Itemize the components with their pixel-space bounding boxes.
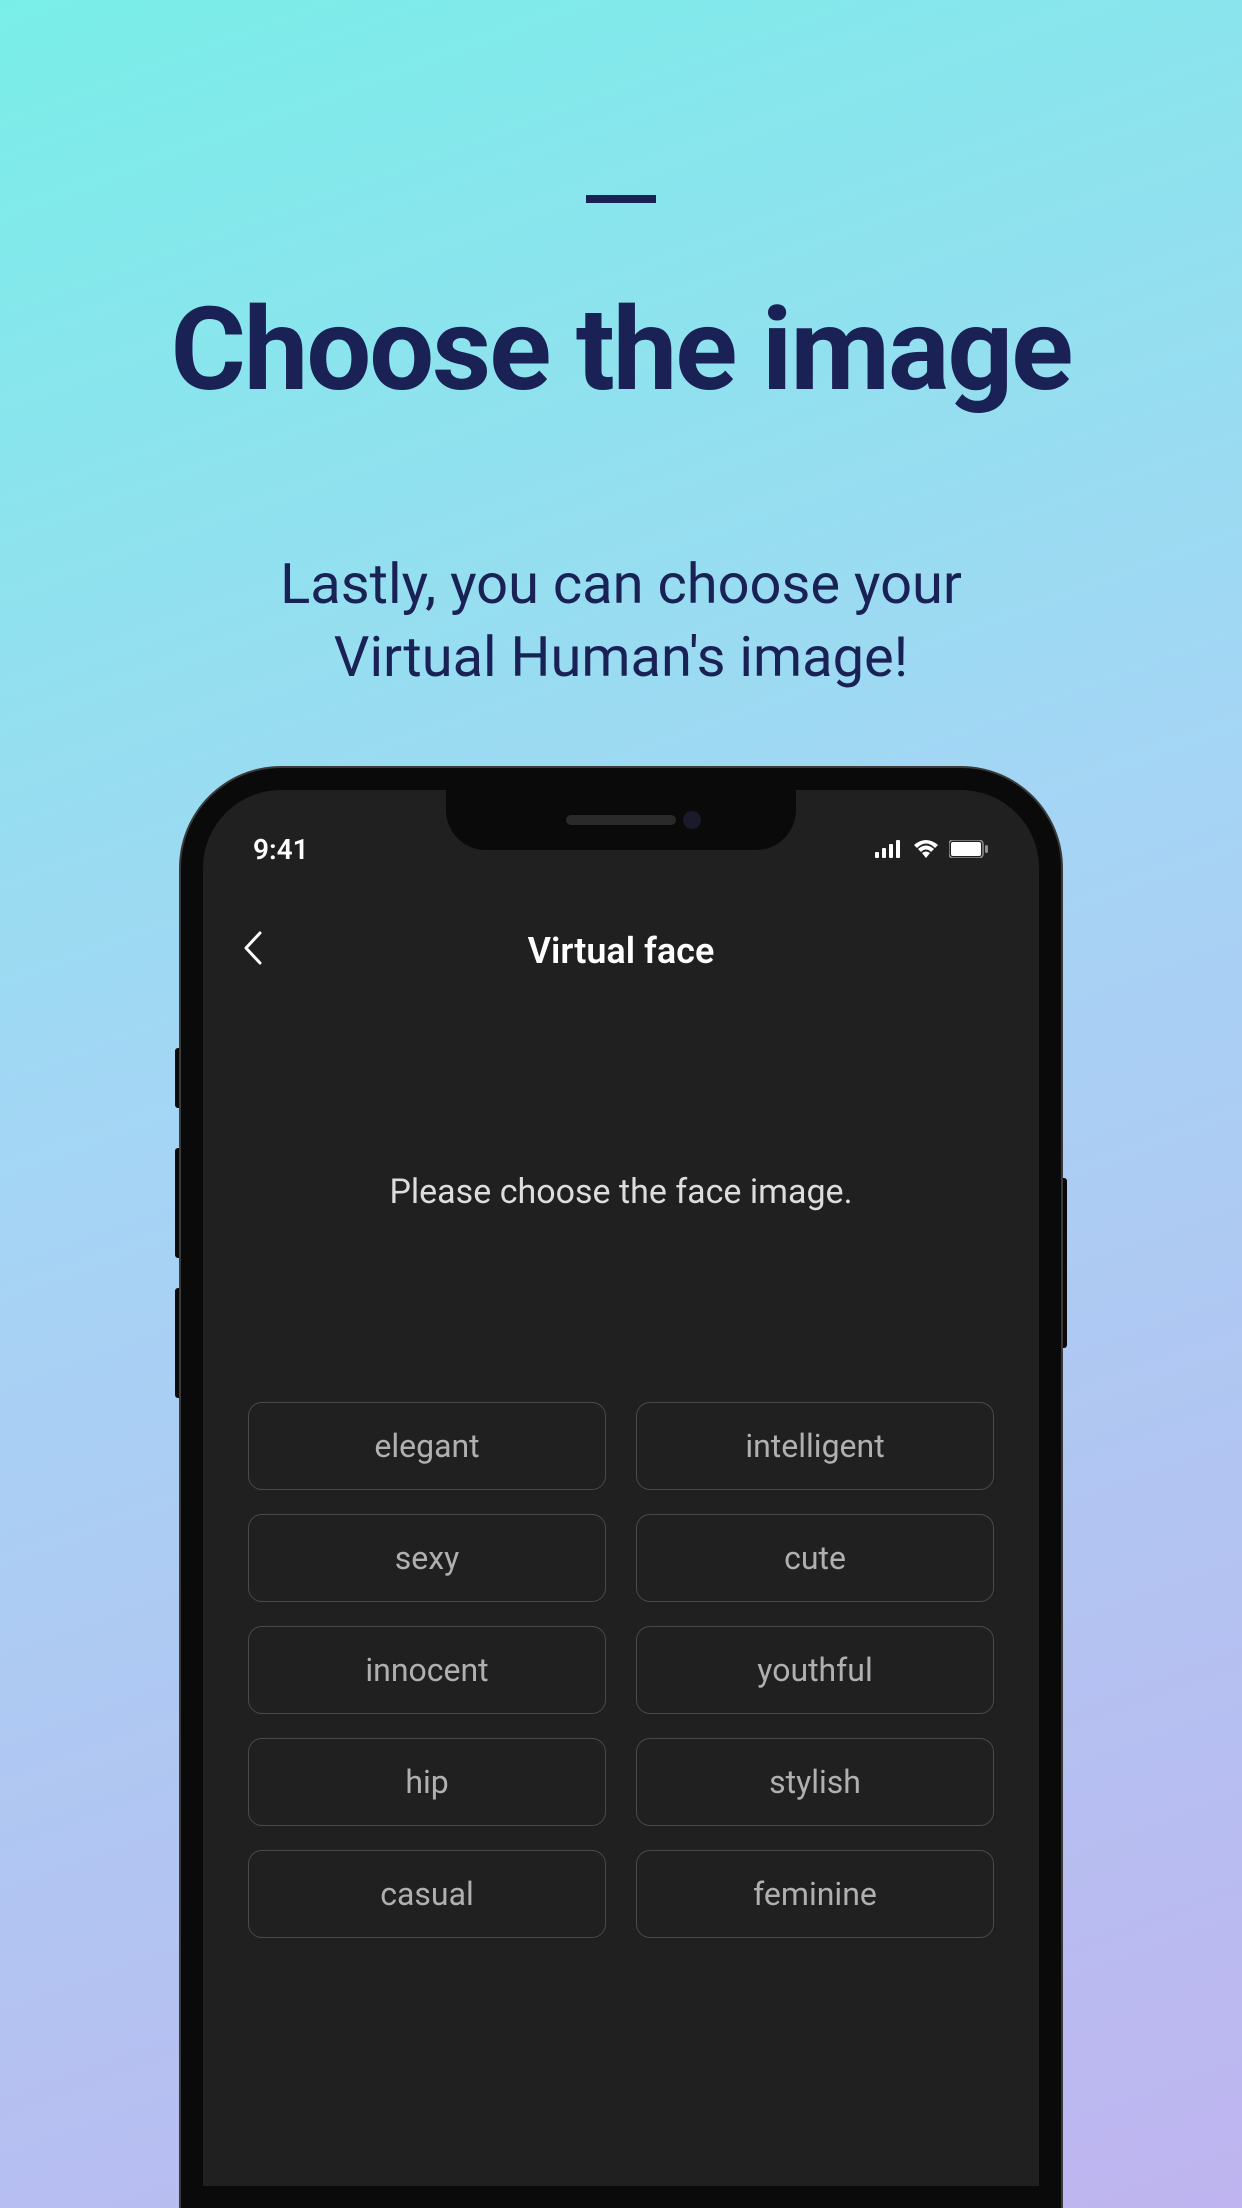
option-innocent[interactable]: innocent — [248, 1626, 606, 1714]
option-stylish[interactable]: stylish — [636, 1738, 994, 1826]
app-content: Please choose the face image. elegant in… — [203, 992, 1039, 1938]
promo-subtitle-line-1: Lastly, you can choose your — [280, 551, 962, 617]
phone-speaker — [566, 815, 676, 825]
options-grid: elegant intelligent sexy cute innocent y… — [243, 1402, 999, 1938]
option-intelligent[interactable]: intelligent — [636, 1402, 994, 1490]
signal-icon — [875, 840, 903, 858]
promo-section: Choose the image Lastly, you can choose … — [0, 0, 1242, 694]
option-cute[interactable]: cute — [636, 1514, 994, 1602]
option-sexy[interactable]: sexy — [248, 1514, 606, 1602]
app-header: Virtual face — [203, 870, 1039, 992]
promo-subtitle-line-2: Virtual Human's image! — [334, 624, 908, 690]
phone-notch — [446, 790, 796, 850]
app-title: Virtual face — [528, 930, 715, 972]
promo-subtitle: Lastly, you can choose your Virtual Huma… — [0, 548, 1242, 694]
option-casual[interactable]: casual — [248, 1850, 606, 1938]
option-elegant[interactable]: elegant — [248, 1402, 606, 1490]
status-icons — [875, 840, 989, 858]
option-hip[interactable]: hip — [248, 1738, 606, 1826]
back-button[interactable] — [243, 928, 263, 975]
battery-icon — [949, 840, 989, 858]
phone-power-button — [1061, 1178, 1067, 1348]
option-youthful[interactable]: youthful — [636, 1626, 994, 1714]
promo-dash-decoration — [586, 195, 656, 203]
option-feminine[interactable]: feminine — [636, 1850, 994, 1938]
phone-screen: 9:41 Virtual face — [203, 790, 1039, 2186]
phone-mockup: 9:41 Virtual face — [181, 768, 1061, 2208]
status-time: 9:41 — [253, 833, 309, 866]
wifi-icon — [913, 840, 939, 858]
promo-title: Choose the image — [0, 283, 1242, 418]
instruction-text: Please choose the face image. — [243, 1172, 999, 1212]
phone-camera — [683, 811, 701, 829]
phone-body: 9:41 Virtual face — [181, 768, 1061, 2208]
